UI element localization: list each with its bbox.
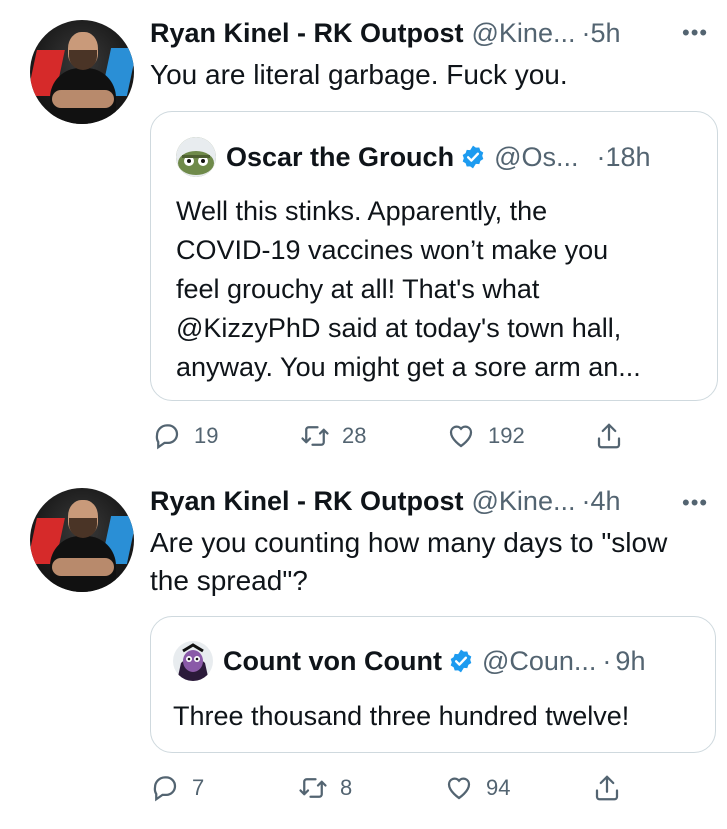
tweet-1[interactable]: Ryan Kinel - RK Outpost @Kine... · 5h ••… xyxy=(0,0,727,470)
tweet-header: Ryan Kinel - RK Outpost @Kine... · 5h xyxy=(150,18,621,49)
quoted-author-handle[interactable]: @Os... xyxy=(494,142,578,173)
quoted-text-line: COVID-19 vaccines won’t make you xyxy=(176,235,609,265)
more-options-icon[interactable]: ••• xyxy=(682,20,708,46)
quoted-text-line: feel grouchy at all! That's what xyxy=(176,274,540,304)
quoted-tweet[interactable]: Oscar the Grouch @Os... · 18h Well this … xyxy=(150,111,718,401)
quoted-tweet-text: Three thousand three hundred twelve! xyxy=(173,697,629,736)
retweet-icon xyxy=(299,778,327,798)
tweet-text: Are you counting how many days to "slow … xyxy=(150,524,667,600)
separator-dot: · xyxy=(602,645,612,676)
more-options-icon[interactable]: ••• xyxy=(682,490,708,516)
avatar[interactable] xyxy=(30,488,134,592)
separator-dot: · xyxy=(596,141,606,172)
tweet-actions: 7 8 94 xyxy=(0,770,727,806)
verified-badge-icon xyxy=(460,144,486,170)
quoted-tweet-header: Count von Count @Coun... · 9h xyxy=(173,641,645,681)
retweet-icon xyxy=(301,426,329,446)
reply-count: 19 xyxy=(194,423,219,448)
author-handle[interactable]: @Kine... xyxy=(472,18,576,49)
quoted-text-line: anyway. You might get a sore arm an... xyxy=(176,352,641,382)
retweet-count: 28 xyxy=(342,423,367,448)
separator-dot: · xyxy=(581,486,591,516)
timestamp[interactable]: 5h xyxy=(590,18,620,49)
quoted-timestamp[interactable]: 18h xyxy=(606,142,651,173)
quoted-tweet-header: Oscar the Grouch @Os... · 18h xyxy=(176,137,651,177)
tweet-actions: 19 28 192 xyxy=(0,418,727,454)
reply-count: 7 xyxy=(192,775,205,800)
timestamp[interactable]: 4h xyxy=(590,486,620,517)
reply-button[interactable]: 19 xyxy=(152,421,218,451)
heart-icon xyxy=(447,777,471,800)
quoted-avatar xyxy=(176,137,216,177)
like-count: 94 xyxy=(486,775,511,800)
reply-button[interactable]: 7 xyxy=(150,773,204,803)
retweet-button[interactable]: 8 xyxy=(298,773,352,803)
tweet-2[interactable]: Ryan Kinel - RK Outpost @Kine... · 4h ••… xyxy=(0,470,727,829)
like-button[interactable]: 94 xyxy=(444,773,510,803)
quoted-tweet[interactable]: Count von Count @Coun... · 9h Three thou… xyxy=(150,616,716,753)
tweet-text-line: the spread"? xyxy=(150,565,308,596)
like-count: 192 xyxy=(488,423,525,448)
quoted-text-line: Three thousand three hundred twelve! xyxy=(173,701,630,731)
author-name[interactable]: Ryan Kinel - RK Outpost xyxy=(150,18,464,49)
tweet-header: Ryan Kinel - RK Outpost @Kine... · 4h xyxy=(150,486,621,517)
retweet-count: 8 xyxy=(340,775,353,800)
share-button[interactable] xyxy=(594,421,624,451)
retweet-button[interactable]: 28 xyxy=(300,421,366,451)
author-handle[interactable]: @Kine... xyxy=(472,486,576,517)
reply-icon xyxy=(153,776,177,802)
quoted-author-name[interactable]: Oscar the Grouch xyxy=(226,142,454,173)
heart-icon xyxy=(449,425,473,448)
tweet-text-line: Are you counting how many days to "slow xyxy=(150,527,668,558)
quoted-text-line: @KizzyPhD said at today's town hall, xyxy=(176,313,622,343)
avatar[interactable] xyxy=(30,20,134,124)
separator-dot: · xyxy=(581,18,591,48)
quoted-author-name[interactable]: Count von Count xyxy=(223,646,442,677)
tweet-text: You are literal garbage. Fuck you. xyxy=(150,59,568,90)
quoted-author-handle[interactable]: @Coun... xyxy=(482,646,596,677)
like-button[interactable]: 192 xyxy=(446,421,525,451)
author-name[interactable]: Ryan Kinel - RK Outpost xyxy=(150,486,464,517)
share-icon xyxy=(597,423,621,449)
share-button[interactable] xyxy=(592,773,622,803)
share-icon xyxy=(595,775,619,801)
quoted-avatar xyxy=(173,641,213,681)
quoted-tweet-text: Well this stinks. Apparently, the COVID-… xyxy=(176,192,641,387)
quoted-timestamp[interactable]: 9h xyxy=(615,646,645,677)
verified-badge-icon xyxy=(448,648,474,674)
reply-icon xyxy=(155,424,179,450)
quoted-text-line: Well this stinks. Apparently, the xyxy=(176,196,548,226)
